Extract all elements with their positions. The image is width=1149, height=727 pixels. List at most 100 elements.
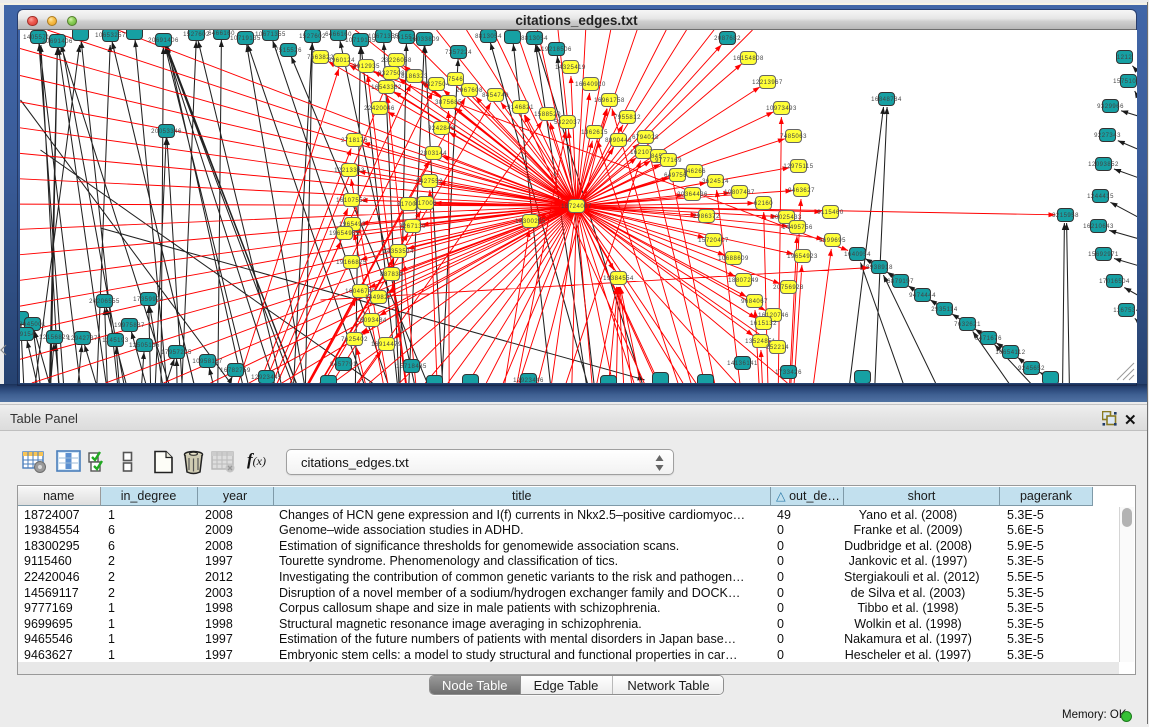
svg-text:19384554: 19384554 [603, 276, 634, 282]
svg-text:6794028: 6794028 [632, 135, 659, 141]
svg-text:16093484: 16093484 [356, 318, 387, 324]
svg-text:10958117: 10958117 [192, 359, 222, 365]
svg-text:7357224: 7357224 [445, 50, 472, 56]
svg-text:8938918: 8938918 [866, 265, 893, 271]
svg-text:10807487: 10807487 [724, 190, 755, 196]
svg-text:2803144: 2803144 [420, 151, 447, 157]
svg-text:1362615: 1362615 [581, 130, 608, 136]
svg-text:19654923: 19654923 [787, 254, 818, 260]
svg-text:9777169: 9777169 [655, 158, 682, 164]
svg-text:39154: 39154 [20, 332, 35, 338]
svg-text:20756928: 20756928 [773, 285, 804, 291]
svg-text:8912935: 8912935 [353, 64, 380, 70]
svg-text:15720407: 15720407 [698, 238, 729, 244]
svg-text:12505135: 12505135 [129, 343, 160, 349]
svg-text:1167534: 1167534 [1113, 308, 1137, 314]
svg-text:20691406: 20691406 [42, 39, 73, 45]
svg-text:9245652: 9245652 [1018, 366, 1045, 372]
svg-text:18724007: 18724007 [561, 204, 592, 210]
svg-text:1615132: 1615132 [750, 321, 777, 327]
svg-text:20053346: 20053346 [151, 129, 182, 135]
svg-text:12156829: 12156829 [39, 335, 70, 341]
svg-text:9242848: 9242848 [428, 126, 455, 132]
svg-text:10653257: 10653257 [95, 33, 126, 39]
svg-text:7632621: 7632621 [954, 322, 981, 328]
svg-text:8960124: 8960124 [328, 58, 355, 64]
svg-text:9227343: 9227343 [1094, 133, 1121, 139]
svg-text:1733426: 1733426 [775, 370, 802, 376]
svg-text:17957275: 17957275 [161, 350, 192, 356]
svg-text:817006: 817006 [413, 201, 436, 207]
svg-text:1244415: 1244415 [1087, 194, 1114, 200]
svg-text:15751074: 15751074 [1113, 79, 1137, 85]
svg-text:14353594: 14353594 [383, 249, 414, 255]
svg-text:19166825: 19166825 [336, 260, 367, 266]
svg-text:9457791: 9457791 [330, 362, 357, 368]
svg-text:14495756: 14495756 [782, 225, 813, 231]
svg-text:18807249: 18807249 [728, 278, 759, 284]
svg-text:16848784: 16848784 [871, 97, 902, 103]
svg-text:1145193: 1145193 [102, 338, 129, 344]
svg-text:8813054: 8813054 [521, 36, 548, 42]
svg-text:8186323: 8186323 [401, 74, 428, 80]
svg-text:9329966: 9329966 [1097, 104, 1124, 110]
svg-text:2718176: 2718176 [341, 138, 368, 144]
svg-text:16033809: 16033809 [409, 37, 440, 43]
svg-text:7625402: 7625402 [341, 337, 368, 343]
svg-text:1527602: 1527602 [299, 34, 326, 40]
svg-text:9463627: 9463627 [788, 188, 815, 194]
svg-text:8990448: 8990448 [605, 138, 632, 144]
svg-text:10973493: 10973493 [766, 106, 797, 112]
svg-text:887834: 887834 [379, 272, 402, 278]
svg-text:16154808: 16154808 [733, 56, 764, 62]
svg-text:3215958: 3215958 [1052, 213, 1079, 219]
svg-text:17016504: 17016504 [1099, 279, 1130, 285]
svg-text:18300295: 18300295 [515, 219, 546, 225]
svg-text:16961758: 16961758 [594, 98, 625, 104]
svg-text:10654112: 10654112 [995, 350, 1025, 356]
svg-text:19218506: 19218506 [541, 47, 572, 53]
svg-text:12923445: 12923445 [251, 375, 282, 381]
svg-text:2935114: 2935114 [931, 307, 958, 313]
svg-text:20691406: 20691406 [148, 38, 179, 44]
svg-text:10671355: 10671355 [255, 32, 286, 38]
svg-text:62160: 62160 [753, 201, 772, 207]
svg-text:9684067: 9684067 [741, 299, 768, 305]
svg-text:8471676: 8471676 [975, 336, 1002, 342]
svg-text:3875685: 3875685 [435, 100, 462, 106]
svg-text:1449822: 1449822 [365, 295, 392, 301]
svg-text:17359924: 17359924 [133, 297, 164, 303]
svg-text:9115460: 9115460 [817, 210, 844, 216]
svg-text:7515526: 7515526 [275, 48, 302, 54]
svg-text:20364436: 20364436 [677, 192, 708, 198]
svg-text:22420046: 22420046 [364, 106, 395, 112]
svg-text:15692971: 15692971 [1088, 252, 1119, 258]
svg-text:252214: 252214 [765, 345, 788, 351]
svg-text:15718485: 15718485 [396, 364, 427, 370]
svg-text:3624514: 3624514 [702, 179, 729, 185]
svg-text:16107552: 16107552 [336, 198, 367, 204]
svg-text:16210643: 16210643 [1083, 224, 1114, 230]
svg-text:1640954: 1640954 [844, 252, 871, 258]
svg-text:16782759: 16782759 [220, 368, 251, 374]
svg-text:16914479: 16914479 [371, 342, 402, 348]
svg-text:8427552: 8427552 [416, 179, 443, 185]
svg-text:2967608: 2967608 [456, 88, 483, 94]
svg-text:14325419: 14325419 [555, 65, 586, 71]
svg-text:2986372: 2986372 [693, 214, 720, 220]
svg-text:6879197: 6879197 [887, 279, 914, 285]
svg-text:9146821: 9146821 [507, 105, 534, 111]
svg-text:8454749: 8454749 [482, 93, 509, 99]
svg-text:14136141: 14136141 [727, 361, 758, 367]
svg-text:23226058: 23226058 [381, 58, 412, 64]
svg-text:7955812: 7955812 [614, 115, 641, 121]
svg-text:10688609: 10688609 [718, 256, 749, 262]
svg-text:2087682: 2087682 [714, 36, 741, 42]
svg-text:20206555: 20206555 [89, 299, 120, 305]
svg-text:12213363: 12213363 [334, 168, 365, 174]
svg-text:3267130: 3267130 [399, 224, 426, 230]
svg-text:19654985: 19654985 [329, 231, 360, 237]
svg-text:7546: 7546 [447, 77, 463, 83]
svg-text:16640910: 16640910 [575, 82, 606, 88]
svg-text:12923446: 12923446 [513, 378, 544, 383]
